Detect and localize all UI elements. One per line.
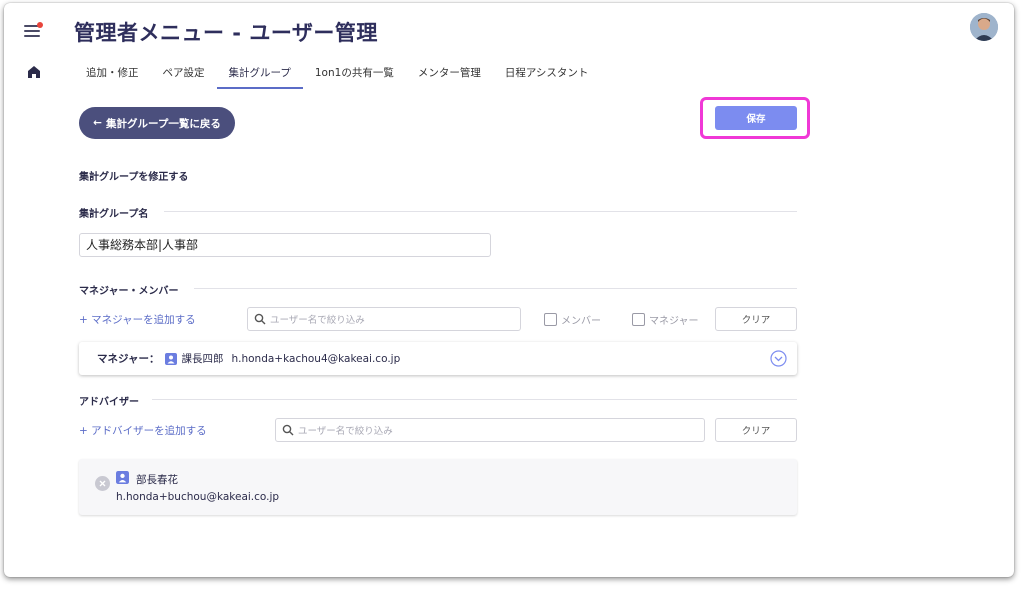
checkbox-box[interactable] xyxy=(632,313,645,326)
tab-bar: 追加・修正 ペア設定 集計グループ 1on1の共有一覧 メンター管理 日程アシス… xyxy=(74,61,600,89)
manager-row: マネジャー： 課長四郎 h.honda+kachou4@kakeai.co.jp xyxy=(79,342,797,375)
group-name-input[interactable]: 人事総務本部|人事部 xyxy=(79,233,491,257)
search-placeholder: ユーザー名で絞り込み xyxy=(270,315,365,326)
tab-1on1-share-list[interactable]: 1on1の共有一覧 xyxy=(303,61,406,89)
tab-schedule-assistant[interactable]: 日程アシスタント xyxy=(493,61,601,89)
member-search-input[interactable]: ユーザー名で絞り込み xyxy=(247,307,521,331)
page-title: 管理者メニュー - ユーザー管理 xyxy=(74,21,378,45)
advisor-search-input[interactable]: ユーザー名で絞り込み xyxy=(275,418,705,442)
add-manager-link[interactable]: + マネジャーを追加する xyxy=(79,312,196,327)
search-icon xyxy=(282,424,294,436)
notification-dot xyxy=(37,22,43,28)
tab-aggregation-group[interactable]: 集計グループ xyxy=(216,61,303,89)
form-heading: 集計グループを修正する xyxy=(79,172,189,183)
group-name-section-title: 集計グループ名 xyxy=(79,209,149,220)
save-button[interactable]: 保存 xyxy=(715,106,797,130)
checkbox-box[interactable] xyxy=(544,313,557,326)
user-avatar[interactable] xyxy=(970,13,998,41)
arrow-left-icon: ← xyxy=(93,117,102,129)
search-icon xyxy=(254,313,266,325)
manager-email: h.honda+kachou4@kakeai.co.jp xyxy=(231,352,401,365)
member-clear-button[interactable]: クリア xyxy=(715,307,797,331)
tab-add-edit[interactable]: 追加・修正 xyxy=(74,61,151,89)
back-button-label: 集計グループ一覧に戻る xyxy=(105,117,221,130)
search-placeholder: ユーザー名で絞り込み xyxy=(298,426,393,437)
person-icon xyxy=(165,352,178,365)
tab-pair-settings[interactable]: ペア設定 xyxy=(151,61,217,89)
advisor-email: h.honda+buchou@kakeai.co.jp xyxy=(116,491,280,503)
divider xyxy=(152,399,797,400)
advisor-item: 部長春花 h.honda+buchou@kakeai.co.jp xyxy=(79,459,797,515)
divider xyxy=(194,288,797,289)
managers-members-section-title: マネジャー・メンバー xyxy=(79,286,179,297)
advisor-clear-button[interactable]: クリア xyxy=(715,418,797,442)
advisors-section-title: アドバイザー xyxy=(79,397,139,408)
back-to-group-list-button[interactable]: ← 集計グループ一覧に戻る xyxy=(79,107,235,139)
manager-label: マネジャー： xyxy=(97,353,160,365)
remove-icon[interactable] xyxy=(95,476,110,491)
tab-mentor-management[interactable]: メンター管理 xyxy=(406,61,493,89)
chevron-down-icon[interactable] xyxy=(770,350,787,367)
app-window: 管理者メニュー - ユーザー管理 追加・修正 ペア設定 集計グループ 1on1の… xyxy=(4,3,1014,577)
filter-member-checkbox[interactable]: メンバー xyxy=(544,312,601,327)
advisor-name: 部長春花 xyxy=(136,474,178,486)
checkbox-label: マネジャー xyxy=(649,316,699,327)
person-icon xyxy=(116,471,129,484)
checkbox-label: メンバー xyxy=(561,316,601,327)
filter-manager-checkbox[interactable]: マネジャー xyxy=(632,312,699,327)
divider xyxy=(164,211,797,212)
add-advisor-link[interactable]: + アドバイザーを追加する xyxy=(79,423,207,438)
manager-name: 課長四郎 xyxy=(181,353,224,365)
home-icon[interactable] xyxy=(27,65,41,79)
